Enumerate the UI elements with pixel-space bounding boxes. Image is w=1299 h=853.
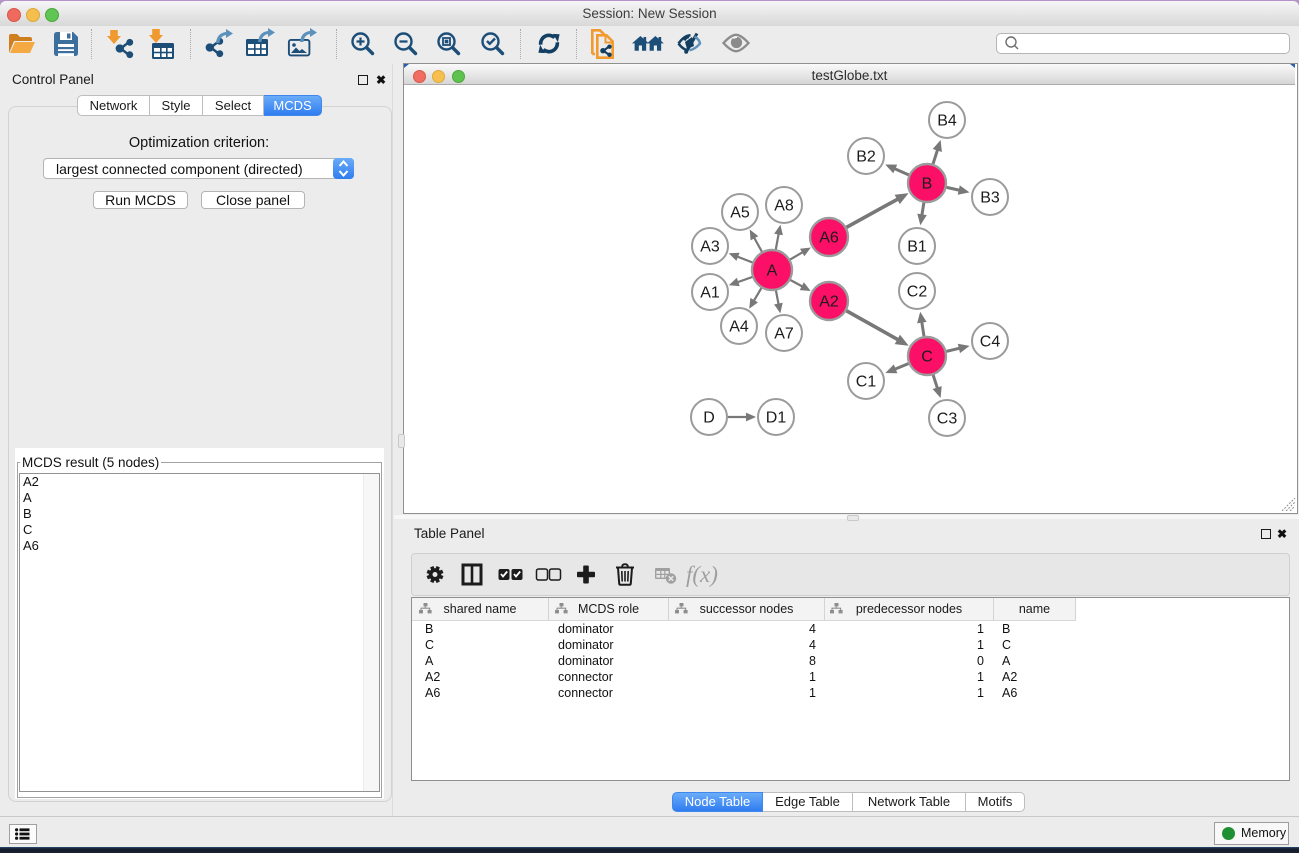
svg-text:C4: C4	[980, 334, 1001, 351]
svg-text:B: B	[922, 176, 933, 193]
svg-text:C3: C3	[937, 411, 958, 428]
svg-text:B2: B2	[856, 149, 876, 166]
svg-text:f(x): f(x)	[686, 562, 718, 587]
svg-text:B4: B4	[937, 113, 957, 130]
svg-text:A5: A5	[730, 205, 750, 222]
svg-text:A4: A4	[729, 319, 749, 336]
svg-text:D: D	[703, 410, 715, 427]
svg-text:C2: C2	[907, 284, 928, 301]
svg-text:A2: A2	[819, 294, 839, 311]
svg-text:A: A	[767, 263, 778, 280]
svg-text:B1: B1	[907, 239, 927, 256]
svg-text:B3: B3	[980, 190, 1000, 207]
svg-text:C1: C1	[856, 374, 877, 391]
svg-text:D1: D1	[766, 410, 787, 427]
svg-text:A6: A6	[819, 230, 839, 247]
svg-text:A3: A3	[700, 239, 720, 256]
svg-text:A8: A8	[774, 198, 794, 215]
svg-text:A7: A7	[774, 326, 794, 343]
svg-text:C: C	[921, 349, 933, 366]
svg-text:A1: A1	[700, 285, 720, 302]
